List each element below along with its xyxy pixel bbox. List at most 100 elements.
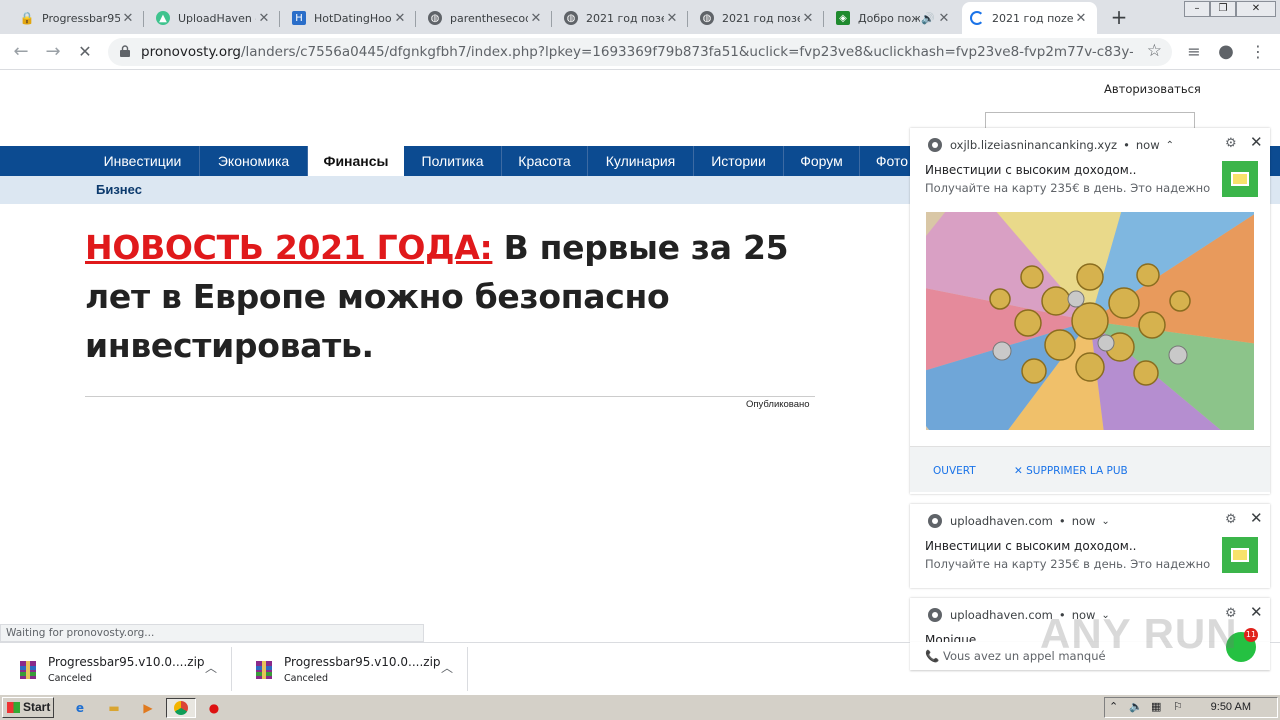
tab-title: Добро пож [858, 11, 920, 25]
nav-item-finance[interactable]: Финансы [308, 146, 404, 176]
nav-item-politics[interactable]: Политика [404, 146, 502, 176]
bookmark-star-icon[interactable]: ☆ [1147, 41, 1162, 61]
window-close-button[interactable]: ✕ [1236, 1, 1276, 17]
nav-item-beauty[interactable]: Красота [502, 146, 588, 176]
notification-site: oxjlb.lizeiasninancanking.xyz [950, 138, 1118, 152]
status-bar: Waiting for pronovosty.org... [0, 624, 424, 642]
tab-2021-god-1[interactable]: ◍ 2021 год позе ✕ [556, 4, 688, 32]
globe-icon: ◍ [428, 11, 442, 25]
login-link[interactable]: Авторизоваться [1104, 82, 1201, 96]
loading-spinner-icon [970, 11, 984, 25]
notification-time: now [1135, 138, 1160, 152]
stop-loading-icon[interactable]: ✕ [74, 41, 96, 63]
remove-ad-button[interactable]: ✕ SUPPRIMER LA PUB [1014, 465, 1128, 477]
close-icon[interactable]: ✕ [256, 11, 272, 26]
headline-highlight: НОВОСТЬ 2021 ГОДА: [85, 228, 493, 267]
globe-icon: ◍ [700, 11, 714, 25]
tab-title: HotDatingHook [314, 11, 392, 25]
tab-dobro-pozh[interactable]: ◈ Добро пож 🔊 ✕ [828, 4, 960, 32]
download-item[interactable]: Progressbar95.v10.0....zip Canceled ︿ [0, 647, 232, 691]
folder-icon[interactable]: ▬ [104, 698, 124, 718]
close-icon[interactable]: ✕ [800, 11, 816, 26]
notification-1[interactable]: oxjlb.lizeiasninancanking.xyz • now ⌃ ⚙ … [910, 128, 1270, 494]
minimize-button[interactable]: – [1184, 1, 1210, 17]
nav-item-investments[interactable]: Инвестиции [86, 146, 200, 176]
nav-item-forum[interactable]: Форум [784, 146, 860, 176]
tab-title: Progressbar95 [42, 11, 120, 25]
address-bar[interactable]: pronovosty.org/landers/c7556a0445/dfgnkg… [108, 38, 1172, 66]
tab-title: 2021 год позе [722, 11, 800, 25]
close-icon[interactable]: ✕ [1250, 133, 1263, 151]
chevron-up-icon[interactable]: ⌃ [1166, 140, 1174, 151]
media-player-icon[interactable]: ▶ [138, 698, 158, 718]
anyrun-watermark: ANY RUN [1040, 610, 1238, 657]
start-button[interactable]: Start [2, 697, 54, 718]
maximize-button[interactable]: ❐ [1210, 1, 1236, 17]
menu-kebab-icon[interactable]: ⋮ [1248, 42, 1268, 62]
download-filename: Progressbar95.v10.0....zip [284, 655, 441, 669]
tab-uploadhaven[interactable]: ▲ UploadHaven – ✕ [148, 4, 280, 32]
notification-site: uploadhaven.com [950, 514, 1053, 528]
notification-time: now [1071, 514, 1096, 528]
profile-avatar-icon[interactable]: ● [1216, 42, 1236, 62]
close-icon[interactable]: ✕ [1250, 509, 1263, 527]
media-control-icon[interactable]: ≡ [1184, 42, 1204, 62]
notification-title: Инвестиции с высоким доходом.. [925, 163, 1137, 177]
article-headline: НОВОСТЬ 2021 ГОДА: В первые за 25 лет в … [85, 223, 825, 370]
tab-2021-god-active[interactable]: 2021 год поze ✕ [962, 2, 1097, 34]
close-icon[interactable]: ✕ [392, 11, 408, 26]
notification-body: Получайте на карту 235€ в день. Это наде… [925, 557, 1211, 571]
tab-title: 2021 год поze [992, 11, 1073, 25]
nav-item-economy[interactable]: Экономика [200, 146, 308, 176]
hotdating-icon: H [292, 11, 306, 25]
tab-2021-god-2[interactable]: ◍ 2021 год позе ✕ [692, 4, 824, 32]
download-item[interactable]: Progressbar95.v10.0....zip Canceled ︿ [236, 647, 468, 691]
tab-progressbar95[interactable]: 🔒 Progressbar95 ✕ [12, 4, 144, 32]
chrome-icon [928, 608, 942, 622]
tab-title: parenthesecoq [450, 11, 528, 25]
back-arrow-icon[interactable]: ← [10, 41, 32, 63]
windows-taskbar: Start e ▬ ▶ ● ⌃ 🔈 ▦ ⚐ 9:50 AM [0, 694, 1280, 720]
notification-title: Инвестиции с высоким доходом.. [925, 539, 1137, 553]
close-icon[interactable]: ✕ [1250, 603, 1263, 621]
winrar-archive-icon [20, 661, 36, 679]
notification-thumbnail [1222, 537, 1258, 573]
tray-arrow-icon[interactable]: ⌃ [1109, 700, 1118, 713]
nav-item-cooking[interactable]: Кулинария [588, 146, 694, 176]
notification-body: Получайте на карту 235€ в день. Это наде… [925, 181, 1211, 195]
chevron-down-icon[interactable]: ⌄ [1101, 516, 1109, 527]
divider [85, 396, 815, 397]
chrome-icon [928, 138, 942, 152]
close-icon[interactable]: ✕ [936, 11, 952, 26]
notification-header: oxjlb.lizeiasninancanking.xyz • now ⌃ [928, 138, 1174, 152]
published-label: Опубликовано [746, 399, 810, 410]
gear-icon[interactable]: ⚙ [1225, 136, 1237, 151]
subnav-business[interactable]: Бизнес [96, 182, 142, 197]
nav-item-stories[interactable]: Истории [694, 146, 784, 176]
browser-toolbar: ← → ✕ pronovosty.org/landers/c7556a0445/… [0, 34, 1280, 70]
flag-icon[interactable]: ⚐ [1173, 700, 1183, 713]
forward-arrow-icon[interactable]: → [42, 41, 64, 63]
chrome-taskbar-icon[interactable] [166, 698, 196, 718]
notification-2[interactable]: uploadhaven.com • now ⌄ ⚙ ✕ Инвестиции с… [910, 504, 1270, 588]
internet-explorer-icon[interactable]: e [70, 698, 90, 718]
tab-parenthesecoq[interactable]: ◍ parenthesecoq ✕ [420, 4, 552, 32]
close-icon[interactable]: ✕ [1073, 11, 1089, 26]
download-status: Canceled [48, 673, 93, 684]
notification-actions: OUVERT ✕ SUPPRIMER LA PUB [910, 446, 1270, 492]
gear-icon[interactable]: ⚙ [1225, 512, 1237, 527]
speaker-tray-icon[interactable]: 🔈 [1129, 700, 1143, 713]
new-tab-button[interactable]: + [1108, 6, 1130, 28]
tab-hotdatinghook[interactable]: H HotDatingHook ✕ [284, 4, 416, 32]
chevron-up-icon[interactable]: ︿ [441, 659, 453, 676]
close-icon[interactable]: ✕ [664, 11, 680, 26]
open-button[interactable]: OUVERT [933, 465, 976, 477]
network-icon[interactable]: ▦ [1151, 700, 1161, 713]
opera-icon[interactable]: ● [204, 698, 224, 718]
close-icon[interactable]: ✕ [120, 11, 136, 26]
chevron-up-icon[interactable]: ︿ [205, 659, 217, 676]
notification-thumbnail [1222, 161, 1258, 197]
clock: 9:50 AM [1210, 701, 1251, 713]
close-icon[interactable]: ✕ [528, 11, 544, 26]
speaker-icon[interactable]: 🔊 [920, 12, 936, 25]
